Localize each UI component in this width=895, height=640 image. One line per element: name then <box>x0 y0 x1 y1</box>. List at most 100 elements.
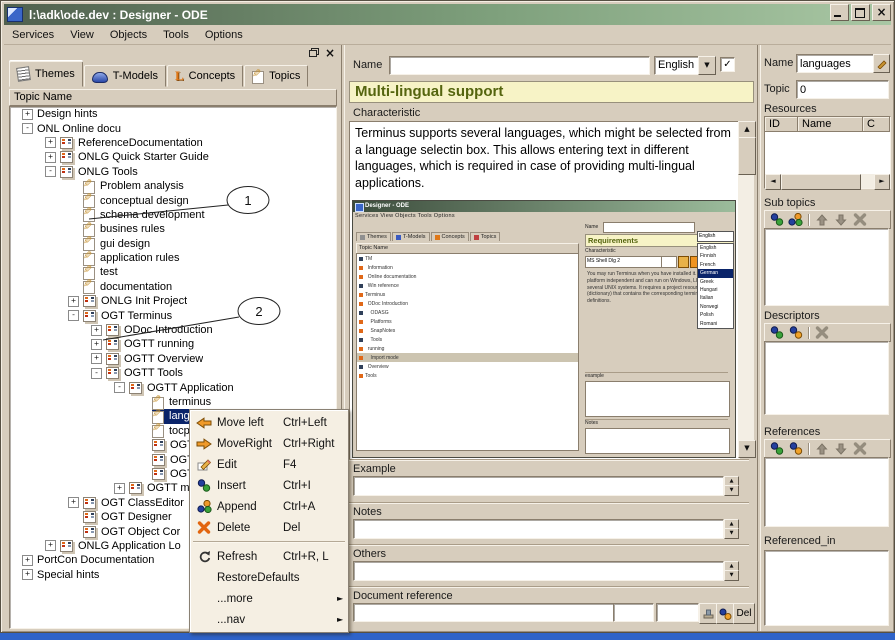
down-icon[interactable] <box>831 213 850 227</box>
scroll-down-icon[interactable]: ▼ <box>738 440 756 458</box>
expand-icon[interactable]: + <box>68 497 79 508</box>
tree-item-referencedocumentation[interactable]: +ReferenceDocumentation <box>10 136 336 150</box>
collapse-icon[interactable]: - <box>91 368 102 379</box>
rp-name-edit-button[interactable] <box>873 54 890 73</box>
menu-options[interactable]: Options <box>197 27 251 43</box>
expand-icon[interactable]: + <box>114 483 125 494</box>
tab-t-models[interactable]: T-Models <box>84 65 166 87</box>
collapse-icon[interactable]: - <box>114 382 125 393</box>
tree-item-schema-development[interactable]: +schema development <box>10 208 336 222</box>
tab-concepts[interactable]: LConcepts <box>167 65 243 87</box>
context-menu-item-insert[interactable]: InsertCtrl+I <box>191 475 347 496</box>
tree-item-gui-design[interactable]: +gui design <box>10 237 336 251</box>
resources-table[interactable]: IDNameC ◄ ► <box>764 116 891 189</box>
expand-icon[interactable]: + <box>45 540 56 551</box>
document-reference-edit-button[interactable] <box>699 603 717 624</box>
tree-item-content[interactable]: ONLG Quick Starter Guide <box>60 150 336 164</box>
resources-hscrollbar[interactable]: ◄ ► <box>765 174 890 188</box>
references-list[interactable] <box>764 457 889 527</box>
referenced-in-list[interactable] <box>764 550 889 626</box>
tree-item-ogtt-overview[interactable]: +OGTT Overview <box>10 352 336 366</box>
tree-item-content[interactable]: Design hints <box>37 107 336 121</box>
document-reference-link-button[interactable] <box>716 603 734 624</box>
collapse-icon[interactable]: - <box>45 166 56 177</box>
delete-icon[interactable] <box>812 326 831 340</box>
insert-icon[interactable] <box>767 442 786 456</box>
resources-column-name[interactable]: Name <box>798 117 863 132</box>
language-combo-arrow[interactable]: ▼ <box>698 56 716 75</box>
tree-item-content[interactable]: schema development <box>83 208 336 222</box>
example-input[interactable] <box>353 476 724 496</box>
tree-item-odoc-introduction[interactable]: + ODoc Introduction <box>10 323 336 337</box>
tree-item-content[interactable]: test <box>83 265 336 279</box>
tree-item-terminus[interactable]: +terminus <box>10 395 336 409</box>
tree-item-content[interactable]: OGTT running <box>106 337 336 351</box>
tree-item-content[interactable]: conceptual design <box>83 193 336 207</box>
menu-tools[interactable]: Tools <box>155 27 197 43</box>
tree-item-content[interactable]: OGT Terminus <box>83 308 336 322</box>
context-menu-item-restoredefaults[interactable]: RestoreDefaults <box>191 567 347 588</box>
expand-icon[interactable]: + <box>91 325 102 336</box>
tree-column-header[interactable]: Topic Name <box>9 89 337 106</box>
document-reference-input[interactable] <box>353 603 614 622</box>
tab-topics[interactable]: Topics <box>244 65 308 87</box>
tree-item-content[interactable]: ONLG Tools <box>60 165 336 179</box>
expand-icon[interactable]: + <box>68 296 79 307</box>
tree-item-onlg-init-project[interactable]: + ONLG Init Project <box>10 294 336 308</box>
link-icon[interactable] <box>786 326 805 340</box>
context-menu-item-refresh[interactable]: RefreshCtrl+R, L <box>191 546 347 567</box>
down-icon[interactable] <box>831 442 850 456</box>
context-menu-item-moveright[interactable]: MoveRightCtrl+Right <box>191 433 347 454</box>
maximize-button[interactable] <box>851 4 870 21</box>
tree-item-problem-analysis[interactable]: +Problem analysis <box>10 179 336 193</box>
hscroll-left-icon[interactable]: ◄ <box>765 174 781 190</box>
expand-icon[interactable]: + <box>91 353 102 364</box>
example-spinner[interactable]: ▲▼ <box>724 476 739 496</box>
tree-item-content[interactable]: application rules <box>83 251 336 265</box>
context-menu-item-delete[interactable]: DeleteDel <box>191 517 347 538</box>
context-menu-item-edit[interactable]: EditF4 <box>191 454 347 475</box>
tree-item-content[interactable]: busines rules <box>83 222 336 236</box>
tree-item-documentation[interactable]: +documentation <box>10 280 336 294</box>
tree-item-application-rules[interactable]: +application rules <box>10 251 336 265</box>
tree-item-ogtt-application[interactable]: -OGTT Application <box>10 380 336 394</box>
tree-item-conceptual-design[interactable]: +conceptual design <box>10 193 336 207</box>
language-combo[interactable]: English <box>654 56 704 75</box>
up-icon[interactable] <box>812 442 831 456</box>
tree-item-ogt-terminus[interactable]: -OGT Terminus <box>10 308 336 322</box>
title-bar[interactable]: l:\adk\ode.dev : Designer - ODE <box>4 4 891 25</box>
tree-item-content[interactable]: ODoc Introduction <box>106 323 336 337</box>
characteristic-area[interactable]: Terminus supports several languages, whi… <box>349 121 740 460</box>
tree-item-content[interactable]: OGTT Tools <box>106 366 336 380</box>
rp-name-input[interactable] <box>796 54 874 73</box>
expand-icon[interactable]: + <box>45 152 56 163</box>
tree-item-content[interactable]: documentation <box>83 280 336 294</box>
hscroll-right-icon[interactable]: ► <box>874 174 890 190</box>
dock-float-icon[interactable] <box>309 48 319 57</box>
language-checkbox[interactable]: ✓ <box>720 57 735 72</box>
tree-item-content[interactable]: ReferenceDocumentation <box>60 136 336 150</box>
descriptors-list[interactable] <box>764 341 889 415</box>
context-menu-item-more[interactable]: ...more► <box>191 588 347 609</box>
tree-item-design-hints[interactable]: +Design hints <box>10 107 336 121</box>
insert-icon[interactable] <box>767 326 786 340</box>
context-menu-item-move-left[interactable]: Move leftCtrl+Left <box>191 412 347 433</box>
tree-item-onlg-tools[interactable]: -ONLG Tools <box>10 165 336 179</box>
tree-item-ogtt-running[interactable]: + OGTT running <box>10 337 336 351</box>
menu-view[interactable]: View <box>62 27 102 43</box>
tree-item-content[interactable]: Problem analysis <box>83 179 336 193</box>
expand-icon[interactable]: + <box>91 339 102 350</box>
context-menu-item-nav[interactable]: ...nav► <box>191 609 347 630</box>
collapse-icon[interactable]: - <box>68 310 79 321</box>
tree-item-content[interactable]: ONLG Init Project <box>83 294 336 308</box>
menu-services[interactable]: Services <box>4 27 62 43</box>
close-button[interactable]: × <box>872 4 891 21</box>
tree-item-content[interactable]: ONL Online docu <box>37 121 336 135</box>
tree-item-ogtt-tools[interactable]: -OGTT Tools <box>10 366 336 380</box>
notes-input[interactable] <box>353 519 724 539</box>
rp-topic-input[interactable] <box>796 80 889 99</box>
expand-icon[interactable]: + <box>22 555 33 566</box>
menu-objects[interactable]: Objects <box>102 27 155 43</box>
dock-close-icon[interactable]: × <box>325 48 335 58</box>
document-reference-del-button[interactable]: Del <box>733 603 755 624</box>
